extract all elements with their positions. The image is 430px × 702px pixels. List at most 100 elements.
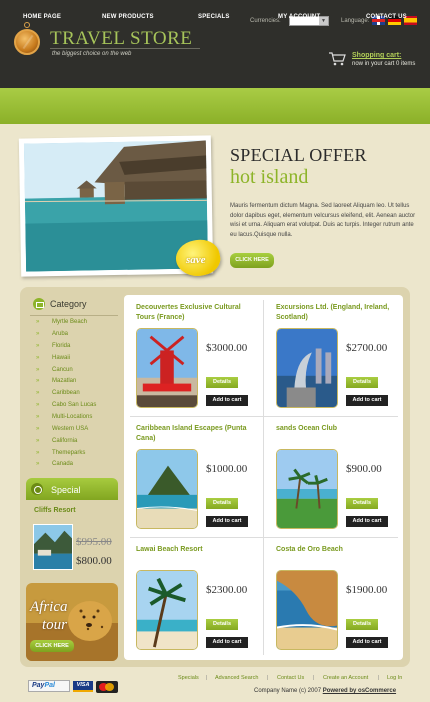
- footer-link-log-in[interactable]: Log In: [387, 675, 402, 681]
- mastercard-logo: [96, 681, 118, 693]
- paypal-logo: PayPal: [28, 680, 70, 692]
- category-item-label: Themeparks: [52, 450, 86, 456]
- chevron-down-icon[interactable]: ▼: [319, 17, 328, 25]
- bullet-icon: »: [36, 426, 40, 432]
- nav-home[interactable]: HOME PAGE: [23, 14, 61, 20]
- add-to-cart-button[interactable]: Add to cart: [346, 516, 388, 527]
- nav-specials[interactable]: SPECIALS: [198, 14, 230, 20]
- visa-logo: VISA: [73, 681, 93, 692]
- product-image[interactable]: [276, 328, 338, 408]
- product-price: $3000.00: [206, 342, 248, 354]
- footer-link-contact-us[interactable]: Contact Us: [277, 675, 304, 681]
- bullet-icon: »: [36, 367, 40, 373]
- main-nav: [0, 88, 430, 124]
- category-item-label: Myrtle Beach: [52, 319, 88, 325]
- special-title: Special: [51, 485, 81, 495]
- product-price: $2700.00: [346, 342, 388, 354]
- special-old-price: $995.00: [76, 536, 112, 548]
- category-item-label: Caribbean: [52, 390, 80, 396]
- footer-link-create-account[interactable]: Create an Account: [323, 675, 368, 681]
- special-product-name[interactable]: Cliffs Resort: [34, 507, 76, 514]
- footer-separator: |: [313, 675, 315, 681]
- product-card: Lawai Beach Resort $2300.00 Details Add to …: [124, 537, 263, 658]
- product-name[interactable]: sands Ocean Club: [276, 424, 400, 434]
- category-item-label: Cabo San Lucas: [52, 402, 97, 408]
- details-button[interactable]: Details: [346, 619, 378, 630]
- category-divider: [30, 315, 118, 316]
- category-item-label: Hawaii: [52, 355, 71, 361]
- details-button[interactable]: Details: [346, 377, 378, 388]
- bullet-icon: »: [36, 378, 40, 384]
- special-icon: [31, 483, 43, 495]
- bullet-icon: »: [36, 414, 40, 420]
- offer-click-here-button[interactable]: CLICK HERE: [230, 253, 274, 268]
- product-name[interactable]: Caribbean Island Escapes (Punta Cana): [136, 424, 260, 443]
- details-button[interactable]: Details: [206, 377, 238, 388]
- product-price: $1000.00: [206, 463, 248, 475]
- bullet-icon: »: [36, 319, 40, 325]
- product-price: $900.00: [346, 463, 382, 475]
- category-item-label: California: [52, 438, 78, 444]
- logo-title[interactable]: TRAVEL STORE: [50, 28, 192, 50]
- africa-click-here-button[interactable]: CLICK HERE: [30, 640, 74, 652]
- footer-separator: |: [378, 675, 380, 681]
- add-to-cart-button[interactable]: Add to cart: [346, 637, 388, 648]
- category-item-label: Canada: [52, 461, 74, 467]
- product-image[interactable]: [136, 570, 198, 650]
- add-to-cart-button[interactable]: Add to cart: [346, 395, 388, 406]
- details-button[interactable]: Details: [206, 619, 238, 630]
- save-badge-text: save: [186, 254, 206, 266]
- category-item-label: Multi-Locations: [52, 414, 93, 420]
- offer-subtitle: hot island: [230, 166, 309, 188]
- category-icon: [33, 298, 45, 310]
- product-card: Costa de Oro Beach $1900.00 Details Add to …: [264, 537, 403, 658]
- product-name[interactable]: Decouvertes Exclusive Cultural Tours (Fr…: [136, 303, 260, 322]
- bullet-icon: »: [36, 402, 40, 408]
- product-card: Caribbean Island Escapes (Punta Cana) $10…: [124, 416, 263, 537]
- nav-contact-us[interactable]: CONTACT US: [366, 14, 407, 20]
- category-item-label: Cancun: [52, 367, 73, 373]
- special-product-image[interactable]: [33, 524, 73, 570]
- footer-link-advanced-search[interactable]: Advanced Search: [215, 675, 258, 681]
- shopping-cart-icon[interactable]: [328, 52, 346, 66]
- offer-text: Mauris fermentum dictum Magna. Sed laore…: [230, 203, 416, 238]
- logo-subtitle: the biggest choice on the web: [52, 51, 132, 57]
- africa-title-line1: Africa: [30, 599, 68, 615]
- product-name[interactable]: Costa de Oro Beach: [276, 545, 400, 555]
- shopping-cart-link[interactable]: Shopping cart:: [352, 52, 401, 59]
- powered-by-link[interactable]: Powered by osCommerce: [323, 688, 396, 694]
- category-item-label: Aruba: [52, 331, 69, 337]
- product-price: $2300.00: [206, 584, 248, 596]
- bullet-icon: »: [36, 438, 40, 444]
- product-name[interactable]: Excursions Ltd. (England, Ireland, Scotl…: [276, 303, 400, 322]
- logo-ring: [24, 22, 30, 28]
- special-new-price: $800.00: [76, 555, 112, 567]
- nav-new-products[interactable]: NEW PRODUCTS: [102, 14, 154, 20]
- add-to-cart-button[interactable]: Add to cart: [206, 395, 248, 406]
- product-image[interactable]: [276, 570, 338, 650]
- add-to-cart-button[interactable]: Add to cart: [206, 516, 248, 527]
- product-image[interactable]: [276, 449, 338, 529]
- copyright: Company Name (c) 2007 Powered by osComme…: [254, 688, 397, 694]
- currencies-label: Currencies:: [250, 18, 281, 24]
- offer-title: SPECIAL OFFER: [230, 145, 367, 165]
- footer-link-specials[interactable]: Specials: [178, 675, 199, 681]
- product-image[interactable]: [136, 449, 198, 529]
- product-image[interactable]: [136, 328, 198, 408]
- compass-icon[interactable]: [14, 29, 40, 55]
- product-name[interactable]: Lawai Beach Resort: [136, 545, 260, 555]
- bullet-icon: »: [36, 331, 40, 337]
- details-button[interactable]: Details: [346, 498, 378, 509]
- bullet-icon: »: [36, 461, 40, 467]
- nav-my-account[interactable]: MY ACCOUNT: [278, 14, 320, 20]
- product-card: sands Ocean Club $900.00 Details Add to car…: [264, 416, 403, 537]
- bullet-icon: »: [36, 450, 40, 456]
- footer-separator: |: [206, 675, 208, 681]
- details-button[interactable]: Details: [206, 498, 238, 509]
- category-item-label: Mazatlan: [52, 378, 77, 384]
- africa-title-line2: tour: [42, 617, 68, 633]
- footer-separator: |: [267, 675, 269, 681]
- add-to-cart-button[interactable]: Add to cart: [206, 637, 248, 648]
- bullet-icon: »: [36, 355, 40, 361]
- bullet-icon: »: [36, 390, 40, 396]
